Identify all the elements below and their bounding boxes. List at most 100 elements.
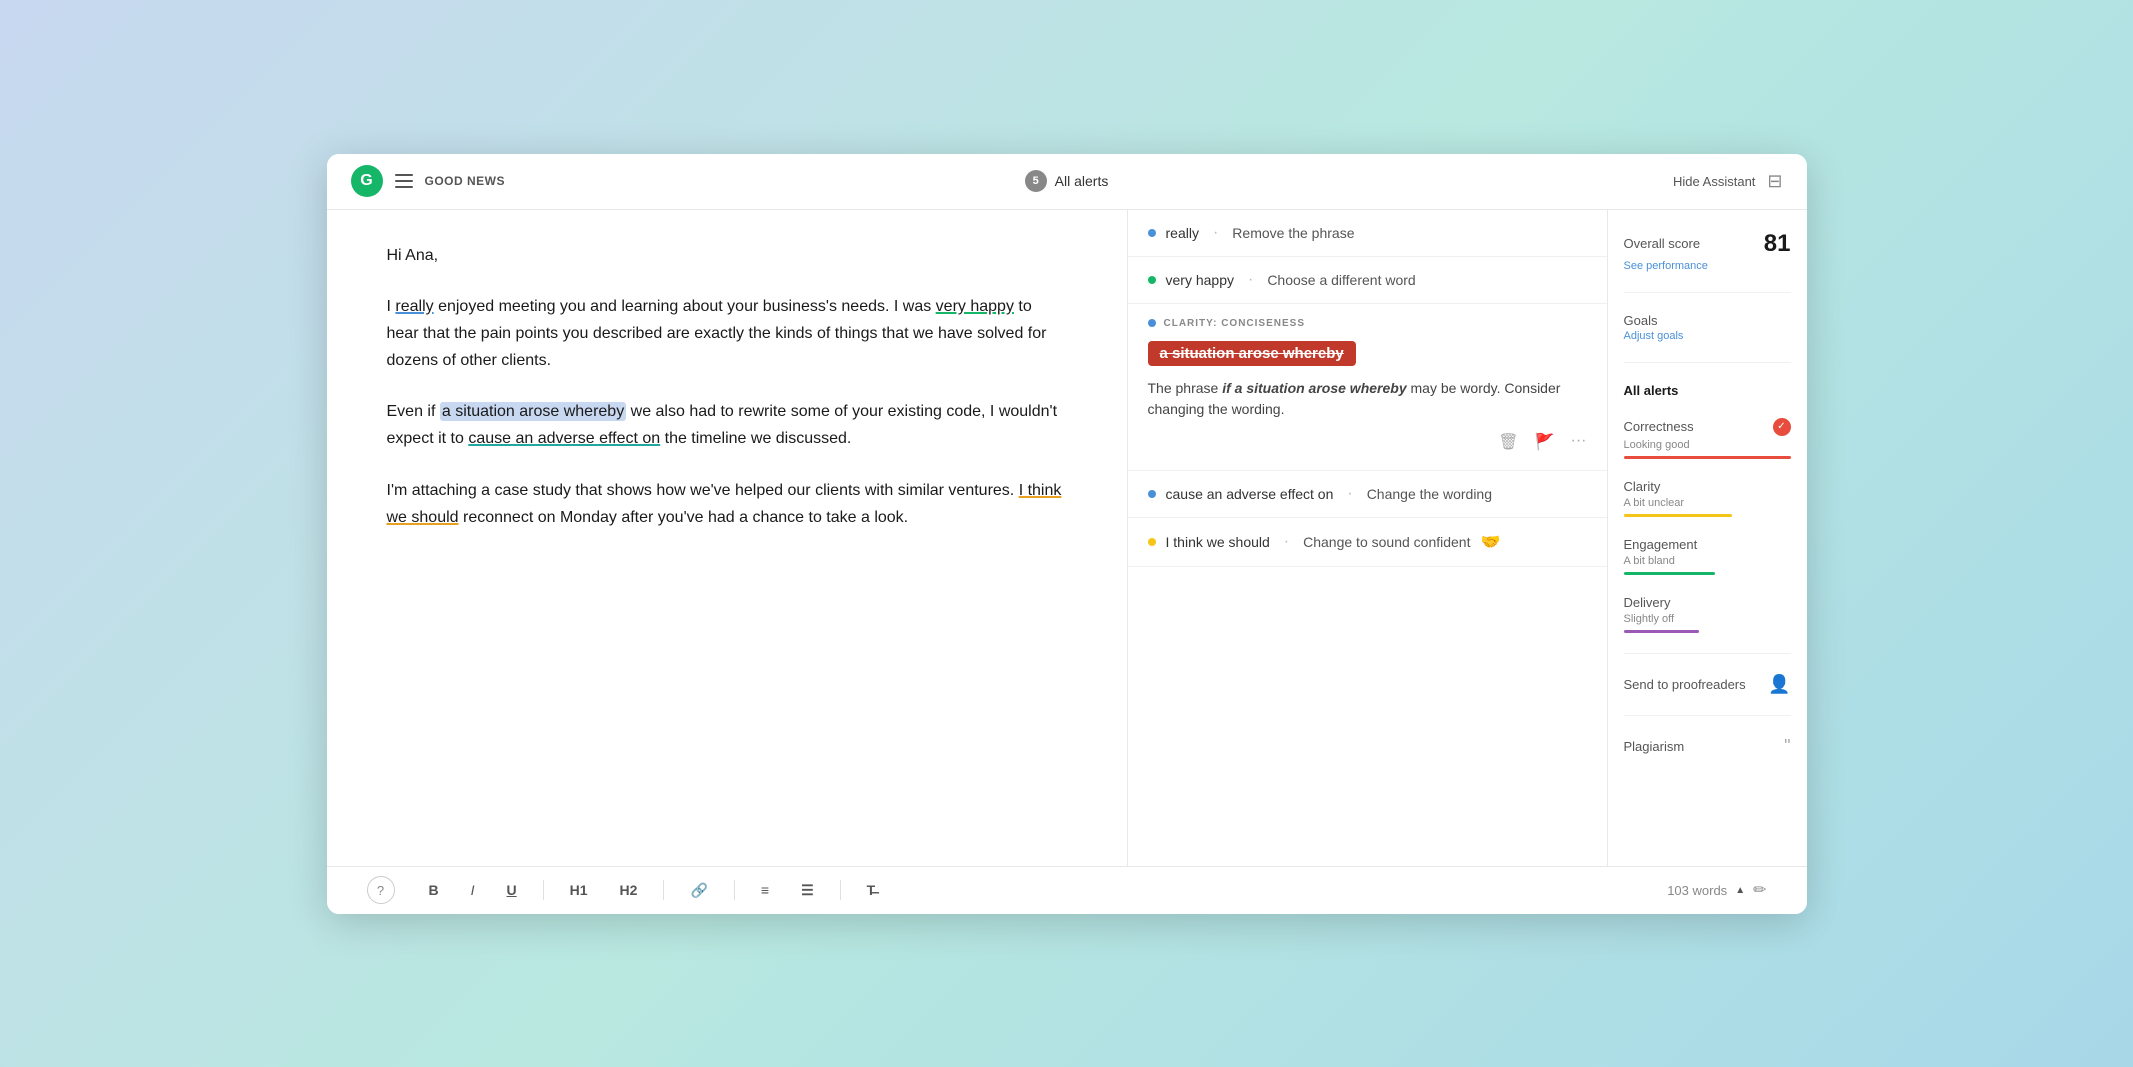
- alert-word-very-happy: very happy: [1166, 272, 1234, 288]
- dot-think: [1148, 538, 1156, 546]
- ordered-list-button[interactable]: ≡: [755, 878, 775, 902]
- plagiarism-icon: ": [1784, 736, 1790, 757]
- overall-score-number: 81: [1764, 230, 1791, 258]
- phrase-think-we-should: I think we should: [387, 482, 1062, 526]
- alert-row-adverse-left: cause an adverse effect on · Change the …: [1148, 485, 1493, 503]
- alert-row-adverse[interactable]: cause an adverse effect on · Change the …: [1128, 471, 1607, 518]
- alert-row-very-happy[interactable]: very happy · Choose a different word: [1128, 257, 1607, 304]
- bottom-toolbar: ? B I U H1 H2 🔗 ≡ ☰ T̶ 103 words ▲ ✏: [327, 866, 1807, 914]
- main-content: Hi Ana, I really enjoyed meeting you and…: [327, 210, 1807, 866]
- alert-suggestion-think: Change to sound confident: [1303, 534, 1470, 550]
- link-button[interactable]: 🔗: [684, 878, 713, 903]
- metric-engagement-header: Engagement: [1624, 537, 1791, 552]
- alert-count: 5: [1025, 170, 1047, 192]
- paragraph-3: Even if a situation arose whereby we als…: [387, 398, 1067, 452]
- metric-correctness-sub: Looking good: [1624, 439, 1791, 451]
- dot-really: [1148, 229, 1156, 237]
- hamburger-icon[interactable]: [395, 174, 413, 188]
- alert-sep-3: ·: [1347, 485, 1352, 503]
- metric-engagement[interactable]: Engagement A bit bland: [1624, 537, 1791, 575]
- toolbar-sep-1: [543, 880, 544, 900]
- paragraph-4: I'm attaching a case study that shows ho…: [387, 477, 1067, 531]
- send-proofreaders-icon: 👤: [1768, 674, 1790, 695]
- word-count-arrow[interactable]: ▲: [1735, 885, 1745, 896]
- send-proofreaders-section[interactable]: Send to proofreaders 👤: [1624, 674, 1791, 695]
- clarity-card: CLARITY: CONCISENESS a situation arose w…: [1128, 304, 1607, 471]
- hide-assistant-button[interactable]: Hide Assistant: [1673, 174, 1755, 189]
- more-icon[interactable]: ···: [1571, 432, 1587, 452]
- dot-clarity: [1148, 319, 1156, 327]
- alert-suggestion-really: Remove the phrase: [1232, 225, 1354, 241]
- h2-button[interactable]: H2: [614, 878, 644, 902]
- adjust-goals-link[interactable]: Adjust goals: [1624, 330, 1791, 342]
- flag-icon[interactable]: 🚩: [1535, 432, 1555, 452]
- highlighted-phrase: a situation arose whereby: [1148, 341, 1356, 366]
- delete-icon[interactable]: 🗑: [1498, 432, 1518, 452]
- word-count-text: 103 words: [1667, 883, 1727, 898]
- score-section: Overall score 81 See performance: [1624, 230, 1791, 272]
- phrase-situation-arose: a situation arose whereby: [440, 402, 626, 421]
- doc-title: GOOD NEWS: [425, 174, 506, 188]
- phrase-adverse-effect: cause an adverse effect on: [468, 430, 660, 447]
- unordered-list-button[interactable]: ☰: [795, 878, 820, 903]
- dot-adverse: [1148, 490, 1156, 498]
- clarity-section-label: CLARITY: CONCISENESS: [1148, 318, 1587, 329]
- editor-content: Hi Ana, I really enjoyed meeting you and…: [387, 242, 1067, 532]
- metric-engagement-name: Engagement: [1624, 537, 1698, 552]
- alert-suggestion-very-happy: Choose a different word: [1267, 272, 1415, 288]
- goals-section: Goals Adjust goals: [1624, 313, 1791, 342]
- metric-correctness[interactable]: Correctness ✓ Looking good: [1624, 418, 1791, 459]
- layout-icon[interactable]: ⊟: [1767, 171, 1782, 192]
- see-performance-link[interactable]: See performance: [1624, 260, 1791, 272]
- clarity-italic: if a situation arose whereby: [1222, 380, 1406, 396]
- all-alerts-sidebar-label[interactable]: All alerts: [1624, 383, 1791, 398]
- header-left: G GOOD NEWS: [351, 165, 611, 197]
- correctness-status-icon: ✓: [1773, 418, 1791, 436]
- alert-suggestion-adverse: Change the wording: [1367, 486, 1492, 502]
- clear-format-button[interactable]: T̶: [861, 878, 882, 902]
- divider-4: [1624, 715, 1791, 716]
- alerts-label: All alerts: [1055, 173, 1109, 189]
- header: G GOOD NEWS 5 All alerts Hide Assistant …: [327, 154, 1807, 210]
- alert-row-think-left: I think we should · Change to sound conf…: [1148, 532, 1501, 552]
- h1-button[interactable]: H1: [564, 878, 594, 902]
- metric-delivery-bar: [1624, 630, 1699, 633]
- paragraph-greeting: Hi Ana,: [387, 242, 1067, 269]
- metric-correctness-bar: [1624, 456, 1791, 459]
- clarity-actions: 🗑 🚩 ···: [1148, 432, 1587, 452]
- paragraph-2: I really enjoyed meeting you and learnin…: [387, 293, 1067, 375]
- divider-1: [1624, 292, 1791, 293]
- help-icon[interactable]: ?: [367, 876, 395, 904]
- alert-row-think[interactable]: I think we should · Change to sound conf…: [1128, 518, 1607, 567]
- metric-delivery-name: Delivery: [1624, 595, 1671, 610]
- word-really: really: [395, 298, 433, 315]
- metric-delivery[interactable]: Delivery Slightly off: [1624, 595, 1791, 633]
- pencil-icon[interactable]: ✏: [1753, 880, 1766, 900]
- metric-engagement-bar: [1624, 572, 1716, 575]
- alert-word-adverse: cause an adverse effect on: [1166, 486, 1334, 502]
- editor-area[interactable]: Hi Ana, I really enjoyed meeting you and…: [327, 210, 1127, 866]
- alert-row-very-happy-left: very happy · Choose a different word: [1148, 271, 1416, 289]
- divider-3: [1624, 653, 1791, 654]
- score-header: Overall score 81: [1624, 230, 1791, 258]
- alert-word-really: really: [1166, 225, 1199, 241]
- alert-row-really[interactable]: really · Remove the phrase: [1128, 210, 1607, 257]
- alerts-badge[interactable]: 5 All alerts: [1025, 170, 1109, 192]
- underline-button[interactable]: U: [501, 878, 523, 902]
- toolbar-sep-4: [840, 880, 841, 900]
- grammarly-logo: G: [351, 165, 383, 197]
- alert-row-really-left: really · Remove the phrase: [1148, 224, 1355, 242]
- alert-sep-4: ·: [1284, 533, 1289, 551]
- italic-button[interactable]: I: [465, 878, 481, 902]
- goals-label: Goals: [1624, 313, 1791, 328]
- overall-score-label: Overall score: [1624, 236, 1701, 251]
- alert-sep-1: ·: [1213, 224, 1218, 242]
- bold-button[interactable]: B: [423, 878, 445, 902]
- metric-clarity[interactable]: Clarity A bit unclear: [1624, 479, 1791, 517]
- divider-2: [1624, 362, 1791, 363]
- metric-clarity-bar: [1624, 514, 1733, 517]
- plagiarism-section[interactable]: Plagiarism ": [1624, 736, 1791, 757]
- metric-engagement-sub: A bit bland: [1624, 555, 1791, 567]
- alerts-panel: really · Remove the phrase very happy · …: [1127, 210, 1607, 866]
- dot-very-happy: [1148, 276, 1156, 284]
